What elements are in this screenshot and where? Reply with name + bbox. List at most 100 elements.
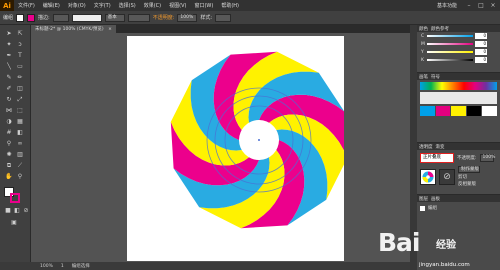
stroke-weight-field[interactable] (52, 13, 69, 22)
menu-window[interactable]: 窗口(W) (190, 2, 217, 9)
invert-mask-checkbox[interactable]: 反相蒙版 (458, 181, 480, 187)
blend-mode-dropdown[interactable]: 正片叠底 (420, 153, 454, 163)
width-tool-icon[interactable]: ⋈ (4, 107, 14, 115)
menu-object[interactable]: 对象(O) (64, 2, 90, 9)
tab-artboards[interactable]: 画板 (431, 196, 440, 202)
rectangle-tool-icon[interactable]: ▭ (15, 63, 25, 71)
swatch-yellow[interactable] (451, 106, 466, 116)
menu-file[interactable]: 文件(F) (14, 2, 39, 9)
layer-visibility-icon[interactable] (420, 205, 425, 211)
free-transform-tool-icon[interactable]: ⬚ (15, 107, 25, 115)
tab-layers[interactable]: 图层 (419, 196, 428, 202)
brush-stroke-preview[interactable] (420, 92, 497, 104)
slider-track[interactable] (427, 59, 473, 61)
line-tool-icon[interactable]: ╲ (4, 63, 14, 71)
pen-tool-icon[interactable]: ✒ (4, 52, 14, 60)
cmyk-slider-row[interactable]: Y0 (417, 48, 500, 56)
slider-value-input[interactable]: 0 (475, 41, 487, 47)
artboard[interactable] (127, 36, 348, 261)
slider-track[interactable] (427, 43, 473, 45)
style-dropdown[interactable] (215, 13, 232, 22)
zoom-tool-icon[interactable]: ⚲ (15, 173, 25, 181)
document-tab-close-icon[interactable]: × (108, 27, 112, 32)
type-tool-icon[interactable]: T (15, 52, 25, 60)
zoom-level[interactable]: 100% (40, 264, 53, 269)
minimize-icon[interactable]: – (465, 2, 473, 9)
graph-tool-icon[interactable]: ▥ (15, 151, 25, 159)
hand-tool-icon[interactable]: ✋ (4, 173, 14, 181)
mesh-tool-icon[interactable]: # (4, 129, 14, 137)
slider-value-input[interactable]: 0 (475, 49, 487, 55)
blob-brush-tool-icon[interactable]: ✐ (4, 85, 14, 93)
mask-none-icon[interactable]: ⊘ (439, 168, 455, 185)
symbol-sprayer-tool-icon[interactable]: ✺ (4, 151, 14, 159)
slider-value-input[interactable]: 0 (475, 57, 487, 63)
artboard-navigator[interactable]: 1 (61, 264, 64, 269)
stroke-variable-width[interactable] (71, 13, 102, 22)
cmyk-slider-row[interactable]: K0 (417, 56, 500, 64)
opacity-field[interactable]: 100% (177, 13, 198, 22)
direct-selection-tool-icon[interactable]: ⇱ (15, 30, 25, 38)
spiral-artwork[interactable] (127, 36, 348, 261)
stroke-profile-dropdown[interactable]: 基本 (104, 13, 125, 22)
swatch-cyan[interactable] (420, 106, 435, 116)
cmyk-slider-row[interactable]: C0 (417, 32, 500, 40)
lasso-tool-icon[interactable]: ↄ (15, 41, 25, 49)
shape-builder-tool-icon[interactable]: ◑ (4, 118, 14, 126)
swatch-white[interactable] (482, 106, 497, 116)
canvas-area[interactable] (31, 33, 410, 262)
selection-tool-icon[interactable]: ➤ (4, 30, 14, 38)
paintbrush-tool-icon[interactable]: ✎ (4, 74, 14, 82)
rotate-tool-icon[interactable]: ↻ (4, 96, 14, 104)
swatch-magenta[interactable] (435, 106, 451, 116)
none-mode-icon[interactable]: ⊘ (21, 207, 31, 215)
document-tab-title: 未标题-2* @ 100% (CMYK/预览) (35, 27, 104, 32)
pencil-tool-icon[interactable]: ✏ (15, 74, 25, 82)
eyedropper-tool-icon[interactable]: ⚲ (4, 140, 14, 148)
opacity-link[interactable]: 不透明度: (153, 14, 175, 21)
blend-tool-icon[interactable]: ∞ (15, 140, 25, 148)
magic-wand-tool-icon[interactable]: ✦ (4, 41, 14, 49)
tab-gradient[interactable]: 渐变 (436, 144, 445, 150)
slice-tool-icon[interactable]: ⟋ (15, 162, 25, 170)
stroke-color-box[interactable] (10, 193, 20, 203)
blend-row: 正片叠底 不透明度: 100% (417, 150, 500, 164)
tab-color[interactable]: 颜色 (419, 26, 428, 32)
opacity-input[interactable]: 100% (479, 154, 495, 162)
maximize-icon[interactable]: □ (477, 2, 485, 9)
menu-help[interactable]: 帮助(H) (217, 2, 243, 9)
clip-checkbox[interactable]: 剪切 (458, 174, 480, 180)
layers-panel-tabs: 图层 画板 (417, 195, 500, 202)
center-point[interactable] (258, 139, 260, 141)
menu-effect[interactable]: 效果(C) (140, 2, 165, 9)
menu-view[interactable]: 视图(V) (165, 2, 190, 9)
slider-track[interactable] (427, 35, 473, 37)
fill-swatch[interactable] (16, 13, 25, 22)
menu-edit[interactable]: 编辑(E) (39, 2, 64, 9)
color-spectrum-bar[interactable] (420, 82, 497, 90)
tab-brushes[interactable]: 画笔 (419, 74, 428, 80)
eraser-tool-icon[interactable]: ◫ (15, 85, 25, 93)
brush-dropdown[interactable] (127, 13, 150, 22)
menu-type[interactable]: 文字(T) (90, 2, 115, 9)
stroke-swatch[interactable] (27, 13, 36, 22)
artboard-tool-icon[interactable]: ⧉ (4, 162, 14, 170)
workspace-switcher[interactable]: 基本功能 (433, 2, 461, 9)
scale-tool-icon[interactable]: ⤢ (15, 96, 25, 104)
cmyk-slider-row[interactable]: M0 (417, 40, 500, 48)
perspective-grid-tool-icon[interactable]: ▦ (15, 118, 25, 126)
screen-mode-icon[interactable]: ▣ (9, 219, 19, 227)
slider-value-input[interactable]: 0 (475, 33, 487, 39)
tab-transparency[interactable]: 透明度 (419, 144, 433, 150)
document-tab[interactable]: 未标题-2* @ 100% (CMYK/预览) × (31, 25, 116, 33)
swatch-black[interactable] (466, 106, 482, 116)
tab-color-guide[interactable]: 颜色参考 (431, 26, 449, 32)
slider-track[interactable] (427, 51, 473, 53)
gradient-tool-icon[interactable]: ◧ (15, 129, 25, 137)
close-icon[interactable]: × (489, 2, 497, 9)
make-mask-button[interactable]: 制作蒙版 (458, 166, 480, 173)
brushes-panel-tabs: 画笔 符号 (417, 73, 500, 80)
tab-symbols[interactable]: 符号 (431, 74, 440, 80)
layer-row[interactable]: 编组 (417, 202, 500, 214)
menu-select[interactable]: 选择(S) (115, 2, 140, 9)
